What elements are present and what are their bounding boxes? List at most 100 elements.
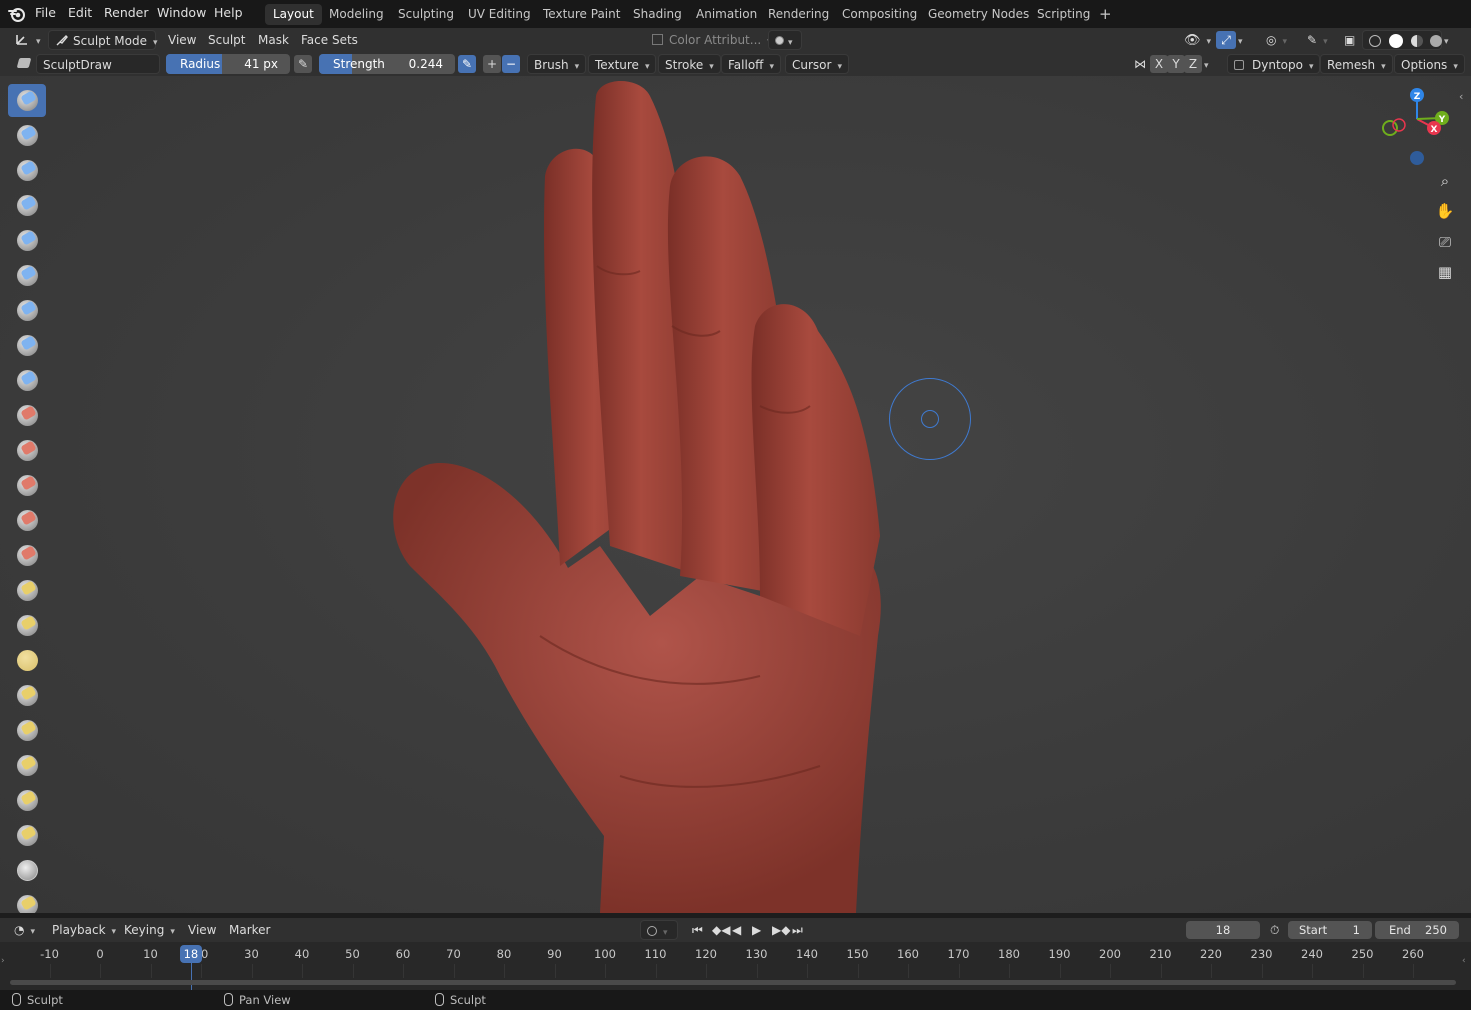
menu-view[interactable]: View xyxy=(162,30,202,50)
3d-viewport[interactable]: Z Y X ⌕ ✋ ⎚ ▦ ‹ xyxy=(0,76,1471,913)
use-preview-range-toggle[interactable]: ⏱ xyxy=(1264,920,1285,940)
brush-asset-icon[interactable] xyxy=(12,54,36,74)
menu-render[interactable]: Render xyxy=(104,5,149,20)
tool-elastic-deform[interactable] xyxy=(8,644,46,677)
mode-selector[interactable]: Sculpt Mode ▾ xyxy=(48,30,158,50)
tool-scrape[interactable] xyxy=(8,504,46,537)
timeline-editor-type-button[interactable]: ◔ ▾ xyxy=(8,920,41,940)
brush-dropdown[interactable]: Brush ▾ xyxy=(527,54,587,74)
sculpted-hand-mesh[interactable] xyxy=(0,76,1471,913)
timeline-ruler[interactable]: -100102030405060708090100110120130140150… xyxy=(0,942,1471,990)
tool-grab[interactable] xyxy=(8,609,46,642)
cursor-dropdown[interactable]: Cursor ▾ xyxy=(785,54,849,74)
tab-uv-editing[interactable]: UV Editing xyxy=(460,4,539,25)
remesh-dropdown[interactable]: Remesh ▾ xyxy=(1320,54,1393,74)
strength-slider[interactable]: Strength 0.244 xyxy=(319,54,455,74)
overlays-toggle[interactable]: ◎ ▾ xyxy=(1260,30,1293,50)
tool-draw-sharp[interactable] xyxy=(8,119,46,152)
gizmo-neg-z-icon[interactable] xyxy=(1410,151,1424,165)
sidebar-collapse-icon[interactable]: ‹ xyxy=(1459,90,1463,103)
camera-view-icon[interactable]: ⎚ xyxy=(1432,229,1458,255)
tool-clay[interactable] xyxy=(8,154,46,187)
tab-geometry-nodes[interactable]: Geometry Nodes xyxy=(920,4,1037,25)
menu-help[interactable]: Help xyxy=(214,5,243,20)
dyntopo-toggle[interactable]: Dyntopo ▾ xyxy=(1227,54,1321,74)
color-attribute-dropdown[interactable]: ▾ xyxy=(768,30,802,50)
gizmo-dropdown[interactable]: ▾ xyxy=(1236,30,1245,50)
gizmo-toggle[interactable]: ⤢ xyxy=(1216,31,1236,49)
navigation-gizmo[interactable]: Z Y X xyxy=(1372,84,1462,174)
perspective-grid-icon[interactable]: ▦ xyxy=(1432,259,1458,285)
tab-layout[interactable]: Layout xyxy=(265,4,322,25)
strength-pressure-toggle[interactable]: ✎ xyxy=(458,55,476,73)
options-dropdown[interactable]: Options ▾ xyxy=(1394,54,1465,74)
tool-boundary[interactable] xyxy=(8,889,46,913)
menu-timeline-view[interactable]: View xyxy=(182,920,222,940)
tool-snake-hook[interactable] xyxy=(8,679,46,712)
tool-pinch[interactable] xyxy=(8,574,46,607)
auto-keying-toggle[interactable]: ▾ xyxy=(640,920,678,940)
timeline-scrollbar[interactable] xyxy=(10,980,1456,985)
tool-draw[interactable] xyxy=(8,84,46,117)
tool-thumb[interactable] xyxy=(8,714,46,747)
tool-rotate[interactable] xyxy=(8,819,46,852)
falloff-dropdown[interactable]: Falloff ▾ xyxy=(721,54,781,74)
tool-crease[interactable] xyxy=(8,364,46,397)
tool-nudge[interactable] xyxy=(8,784,46,817)
xray-toggle[interactable]: ✎ ▾ xyxy=(1301,30,1334,50)
symmetry-x-toggle[interactable]: X xyxy=(1150,55,1168,73)
tab-sculpting[interactable]: Sculpting xyxy=(390,4,462,25)
gizmo-neg-y-icon[interactable] xyxy=(1382,120,1398,136)
tool-layer[interactable] xyxy=(8,259,46,292)
radius-pressure-toggle[interactable]: ✎ xyxy=(294,55,312,73)
tab-shading[interactable]: Shading xyxy=(625,4,690,25)
current-frame-field[interactable]: 18 xyxy=(1186,921,1260,939)
solid-shading-icon[interactable] xyxy=(1388,34,1403,48)
start-frame-field[interactable]: Start 1 xyxy=(1288,921,1372,939)
zoom-icon[interactable]: ⌕ xyxy=(1432,168,1458,194)
menu-playback[interactable]: Playback ▾ xyxy=(46,920,122,940)
play-reverse-button[interactable]: ◀ xyxy=(726,920,747,940)
symmetry-y-toggle[interactable]: Y xyxy=(1167,55,1185,73)
menu-file[interactable]: File xyxy=(35,5,56,20)
menu-sculpt[interactable]: Sculpt xyxy=(202,30,251,50)
tab-animation[interactable]: Animation xyxy=(688,4,765,25)
color-attribute-selector[interactable]: Color Attribut...▾ xyxy=(646,30,778,50)
tool-smooth[interactable] xyxy=(8,399,46,432)
tool-fill[interactable] xyxy=(8,469,46,502)
tool-pose[interactable] xyxy=(8,749,46,782)
menu-window[interactable]: Window xyxy=(157,5,206,20)
tool-flatten[interactable] xyxy=(8,434,46,467)
tab-scripting[interactable]: Scripting xyxy=(1029,4,1098,25)
tab-compositing[interactable]: Compositing xyxy=(834,4,925,25)
end-frame-field[interactable]: End 250 xyxy=(1375,921,1459,939)
wireframe-shading-icon[interactable] xyxy=(1369,35,1381,47)
symmetry-dropdown[interactable]: ▾ xyxy=(1200,54,1213,74)
tool-blob[interactable] xyxy=(8,329,46,362)
add-workspace-button[interactable]: + xyxy=(1091,4,1120,25)
subtract-direction-button[interactable]: − xyxy=(502,55,520,73)
playhead-frame-indicator[interactable]: 18 xyxy=(179,945,202,963)
play-button[interactable]: ▶ xyxy=(746,920,767,940)
jump-end-button[interactable]: ⏭ xyxy=(786,920,809,940)
tool-inflate[interactable] xyxy=(8,294,46,327)
radius-slider[interactable]: Radius 41 px xyxy=(166,54,290,74)
xray-button[interactable]: ▣ xyxy=(1338,30,1361,50)
stroke-dropdown[interactable]: Stroke ▾ xyxy=(658,54,721,74)
tool-clay-strips[interactable] xyxy=(8,189,46,222)
visibility-toggle[interactable]: 👁 ▾ xyxy=(1178,30,1217,50)
dyntopo-checkbox[interactable] xyxy=(1234,60,1244,70)
texture-dropdown[interactable]: Texture ▾ xyxy=(588,54,657,74)
gizmo-neg-x-icon[interactable] xyxy=(1392,118,1406,132)
tab-texture-paint[interactable]: Texture Paint xyxy=(535,4,628,25)
pan-hand-icon[interactable]: ✋ xyxy=(1432,198,1458,224)
blender-logo-icon[interactable] xyxy=(8,5,26,23)
menu-mask[interactable]: Mask xyxy=(252,30,295,50)
tool-multiplane-scrape[interactable] xyxy=(8,539,46,572)
add-direction-button[interactable]: + xyxy=(483,55,501,73)
tool-clay-thumb[interactable] xyxy=(8,224,46,257)
brush-name-field[interactable]: SculptDraw xyxy=(36,54,160,74)
shading-mode-group[interactable] xyxy=(1362,30,1443,50)
menu-marker[interactable]: Marker xyxy=(223,920,276,940)
shading-options-dropdown[interactable]: ▾ xyxy=(1440,30,1453,50)
